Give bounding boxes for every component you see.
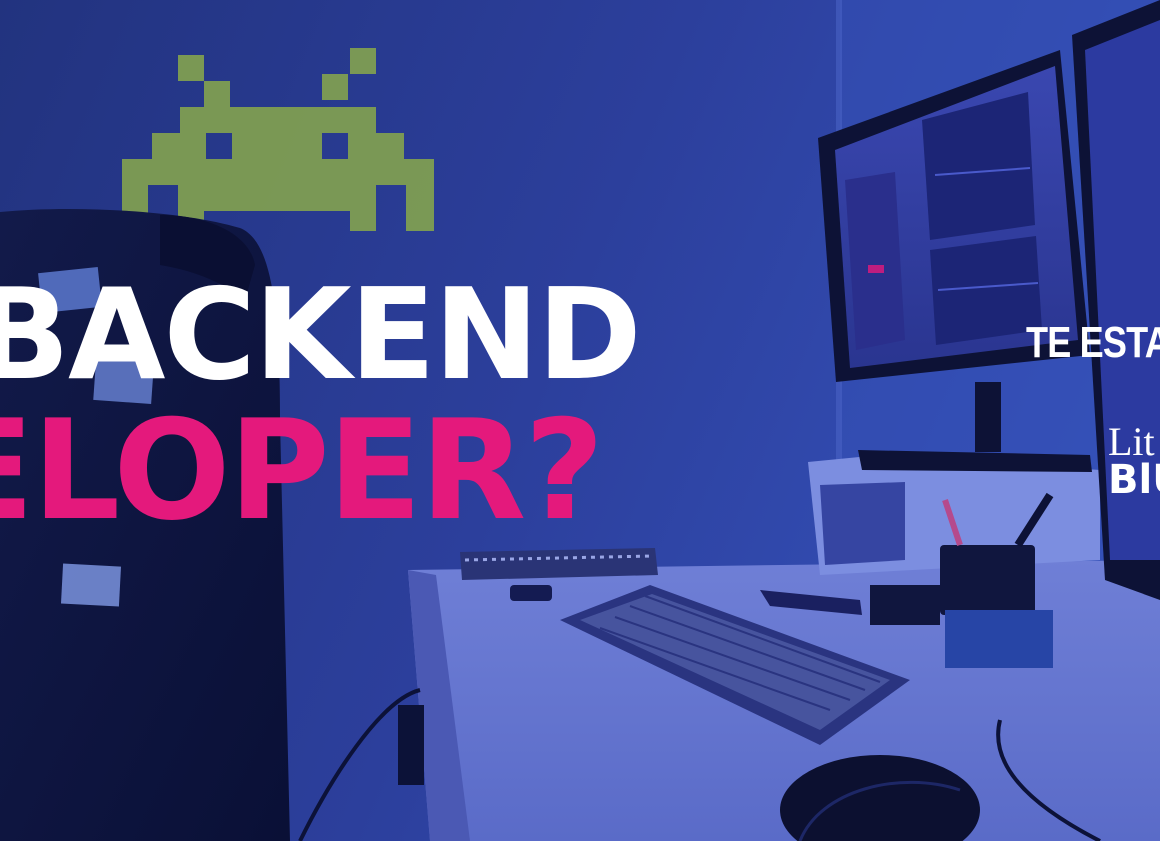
banner: BACKEND ELOPER? TE ESTA Lit BlU: [0, 0, 1160, 841]
brand-logo-top: Lit: [1108, 419, 1155, 464]
brand-logo: Lit BlU: [1108, 419, 1160, 503]
brand-logo-bottom: BlU: [1108, 457, 1160, 503]
headline-backend: BACKEND: [0, 261, 642, 408]
tagline: TE ESTA: [1026, 318, 1160, 367]
headline-developer: ELOPER?: [0, 390, 604, 551]
